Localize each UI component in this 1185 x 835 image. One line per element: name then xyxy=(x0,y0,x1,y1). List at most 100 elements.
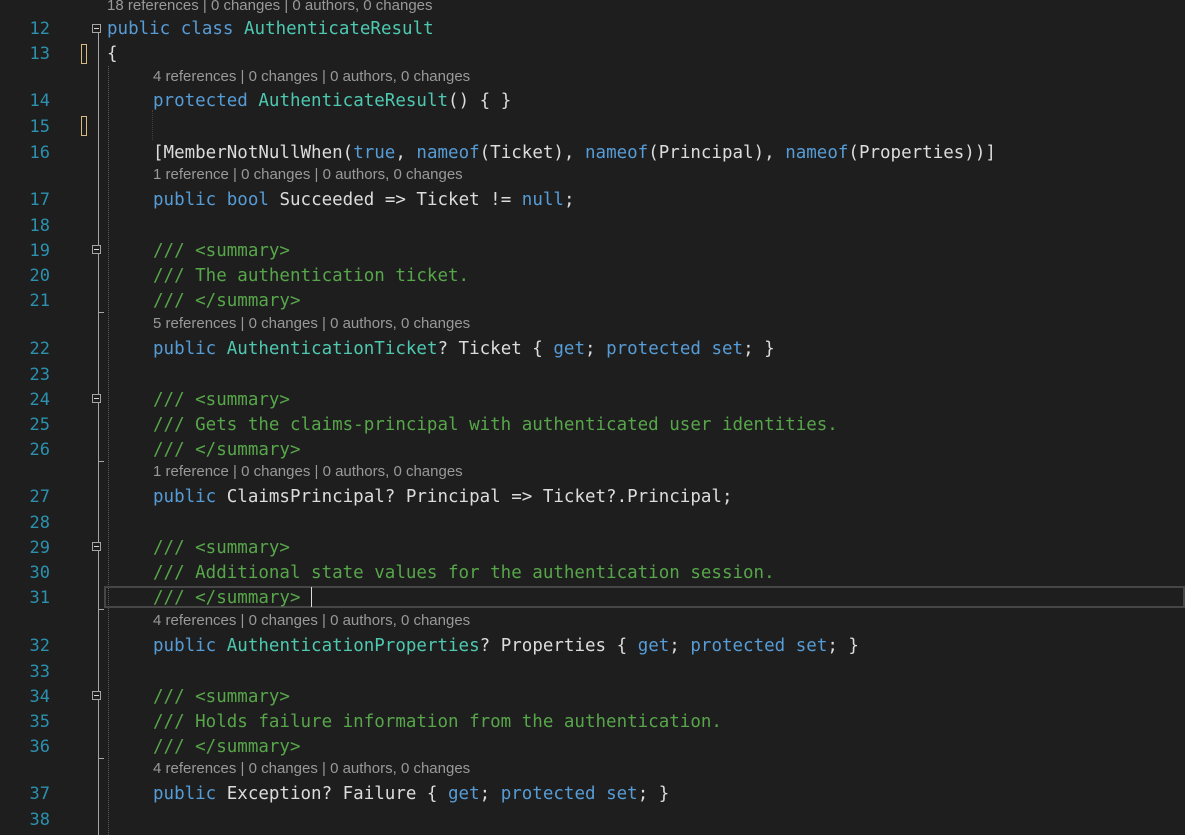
keyword: public xyxy=(153,784,217,804)
line-number: 28 xyxy=(29,513,50,533)
doc-comment: /// </summary> xyxy=(153,737,301,757)
codelens[interactable]: 4 references | 0 changes | 0 authors, 0 … xyxy=(153,760,470,778)
code-text: (Properties))] xyxy=(848,143,996,163)
doc-comment: /// <summary> xyxy=(153,687,290,707)
line-number: 18 xyxy=(29,216,50,236)
doc-comment: /// </summary> xyxy=(153,440,301,460)
line-number: 36 xyxy=(29,737,50,757)
doc-comment: /// <summary> xyxy=(153,390,290,410)
code-text: ; } xyxy=(827,636,859,656)
code-text: () { } xyxy=(448,91,512,111)
codelens[interactable]: 4 references | 0 changes | 0 authors, 0 … xyxy=(153,68,470,86)
doc-comment: /// The authentication ticket. xyxy=(153,266,470,286)
outline-tick xyxy=(98,758,104,759)
line-number: 16 xyxy=(29,143,50,163)
brace: { xyxy=(107,44,118,64)
code-text: ; xyxy=(479,784,501,804)
line-number: 30 xyxy=(29,563,50,583)
keyword: get xyxy=(448,784,480,804)
line-number: 26 xyxy=(29,440,50,460)
type-name: AuthenticationProperties xyxy=(226,636,480,656)
code-text: ? Properties { xyxy=(479,636,638,656)
code-line: protected AuthenticateResult() { } xyxy=(153,89,511,113)
keyword: public xyxy=(153,487,217,507)
code-text: ; xyxy=(563,190,575,210)
code-text: ? Ticket { xyxy=(437,339,554,359)
collapse-icon[interactable] xyxy=(92,542,101,551)
doc-comment: /// Gets the claims-principal with authe… xyxy=(153,415,838,435)
line-number: 17 xyxy=(29,190,50,210)
code-text: (Principal), xyxy=(648,143,786,163)
type-name: AuthenticateResult xyxy=(244,19,434,39)
doc-comment: /// </summary> xyxy=(153,588,301,608)
keyword: nameof xyxy=(416,143,480,163)
code-text: ; xyxy=(669,636,691,656)
line-number: 35 xyxy=(29,712,50,732)
code-text: , xyxy=(395,143,417,163)
outline-tick xyxy=(98,312,104,313)
line-number: 15 xyxy=(29,117,50,137)
keyword: get xyxy=(637,636,670,656)
type-name: AuthenticationTicket xyxy=(226,339,438,359)
line-number: 32 xyxy=(29,636,50,656)
doc-comment: /// <summary> xyxy=(153,538,290,558)
code-line: { xyxy=(107,42,118,66)
line-number: 27 xyxy=(29,487,50,507)
codelens[interactable]: 5 references | 0 changes | 0 authors, 0 … xyxy=(153,315,470,333)
code-text: ; } xyxy=(743,339,775,359)
line-number: 13 xyxy=(29,44,50,64)
outline-tick xyxy=(98,609,104,610)
code-text: (Ticket), xyxy=(479,143,585,163)
keyword: nameof xyxy=(585,143,649,163)
keyword: true xyxy=(353,143,396,163)
code-editor[interactable]: 12 13 14 15 16 17 18 19 20 21 22 23 24 2… xyxy=(0,0,1185,835)
code-text: ; xyxy=(585,339,607,359)
keyword: public xyxy=(153,339,217,359)
codelens[interactable]: 4 references | 0 changes | 0 authors, 0 … xyxy=(153,612,470,630)
keyword: nameof xyxy=(785,143,849,163)
line-number: 24 xyxy=(29,390,50,410)
line-number: 34 xyxy=(29,687,50,707)
doc-comment: /// <summary> xyxy=(153,241,290,261)
collapse-icon[interactable] xyxy=(92,245,101,254)
code-line: public Exception? Failure { get; protect… xyxy=(153,782,669,806)
code-text: ; } xyxy=(637,784,670,804)
indent-guide xyxy=(108,66,109,835)
keyword: protected xyxy=(690,636,786,656)
keyword: public xyxy=(153,190,217,210)
keyword: protected xyxy=(500,784,596,804)
line-number: 33 xyxy=(29,662,50,682)
code-line: public ClaimsPrincipal? Principal => Tic… xyxy=(153,485,732,509)
codelens[interactable]: 18 references | 0 changes | 0 authors, 0… xyxy=(107,0,433,15)
codelens[interactable]: 1 reference | 0 changes | 0 authors, 0 c… xyxy=(153,463,463,481)
keyword: set xyxy=(606,784,638,804)
keyword: protected xyxy=(606,339,701,359)
line-number: 31 xyxy=(29,588,50,608)
keyword: public xyxy=(107,19,171,39)
code-text: Succeeded => Ticket != xyxy=(268,190,522,210)
type-name: AuthenticateResult xyxy=(258,91,449,111)
code-line: public bool Succeeded => Ticket != null; xyxy=(153,188,575,212)
code-text: Exception? Failure { xyxy=(216,784,449,804)
keyword: bool xyxy=(226,190,269,210)
change-marker xyxy=(81,116,87,136)
collapse-icon[interactable] xyxy=(92,24,101,33)
collapse-icon[interactable] xyxy=(92,394,101,403)
keyword: protected xyxy=(153,91,248,111)
keyword: null xyxy=(521,190,564,210)
line-number: 37 xyxy=(29,784,50,804)
codelens[interactable]: 1 reference | 0 changes | 0 authors, 0 c… xyxy=(153,166,463,184)
collapse-icon[interactable] xyxy=(92,691,101,700)
line-number: 22 xyxy=(29,339,50,359)
keyword: set xyxy=(795,636,828,656)
keyword: public xyxy=(153,636,217,656)
line-number: 20 xyxy=(29,266,50,286)
doc-comment: /// Additional state values for the auth… xyxy=(153,563,775,583)
line-number: 14 xyxy=(29,91,50,111)
change-marker xyxy=(81,44,87,64)
code-line: public AuthenticationProperties? Propert… xyxy=(153,634,859,658)
line-number: 23 xyxy=(29,365,50,385)
code-line: [MemberNotNullWhen(true, nameof(Ticket),… xyxy=(153,141,996,165)
code-text: [MemberNotNullWhen( xyxy=(153,143,354,163)
indent-guide xyxy=(152,110,153,140)
